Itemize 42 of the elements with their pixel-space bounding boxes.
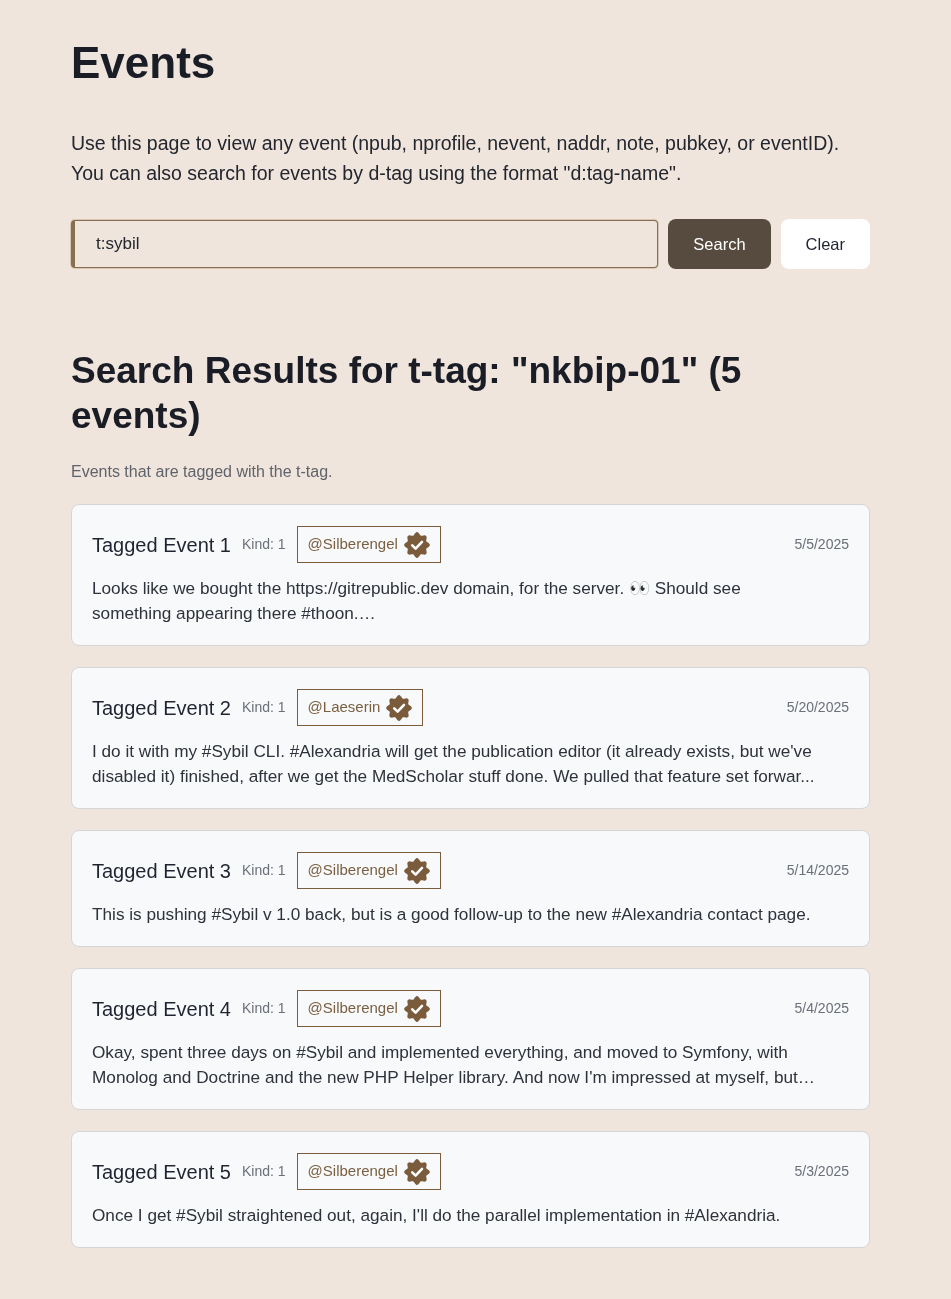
search-field[interactable]: t:sybil xyxy=(71,220,659,268)
author-tag[interactable]: @Laeserin xyxy=(296,689,424,726)
event-content: I do it with my #Sybil CLI. #Alexandria will get the publication editor (it already exists, but we've disabled it) finished, after we get the MedScholar stuff done. We pulled that feature set forwar... xyxy=(92,740,816,788)
event-title: Tagged Event 1 xyxy=(92,534,231,555)
event-kind: Kind: 1 xyxy=(242,698,286,717)
author-tag[interactable]: @Silberengel xyxy=(296,1153,441,1190)
author-tag[interactable]: @Silberengel xyxy=(296,990,441,1027)
event-content: This is pushing #Sybil v 1.0 back, but is a good follow-up to the new #Alexandria contact page. xyxy=(92,903,812,926)
clear-button[interactable]: Clear xyxy=(780,219,870,269)
event-card[interactable]: Tagged Event 5 Kind: 1 @Silberengel 5/3/2025 Once I get #Sybil straightened out, again, I'll do the parallel implementation in #Alexandria. xyxy=(71,1131,870,1248)
author-name: @Silberengel xyxy=(307,998,398,1019)
author-name: @Laeserin xyxy=(307,697,381,718)
event-content: Once I get #Sybil straightened out, again, I'll do the parallel implementation in #Alexandria. xyxy=(92,1204,782,1227)
event-date: 5/3/2025 xyxy=(794,1162,849,1181)
event-kind: Kind: 1 xyxy=(242,535,286,554)
event-date: 5/14/2025 xyxy=(786,861,849,880)
event-title: Tagged Event 4 xyxy=(92,998,231,1019)
event-title: Tagged Event 5 xyxy=(92,1161,231,1182)
author-name: @Silberengel xyxy=(307,1161,398,1182)
event-date: 5/5/2025 xyxy=(794,535,849,554)
author-tag[interactable]: @Silberengel xyxy=(296,852,441,889)
results-heading: Search Results for t-tag: "nkbip-01" (5 events) xyxy=(71,349,743,438)
page-description: Use this page to view any event (npub, nprofile, nevent, naddr, note, pubkey, or eventID). You can also search for events by d-tag using the format "d:tag-name". xyxy=(71,131,841,186)
event-kind: Kind: 1 xyxy=(242,999,286,1018)
author-name: @Silberengel xyxy=(307,860,398,881)
event-title: Tagged Event 2 xyxy=(92,697,231,718)
event-content: Looks like we bought the https://gitrepublic.dev domain, for the server. 👀 Should see something appearing there #thoon.… xyxy=(92,577,742,625)
event-card[interactable] xyxy=(71,968,870,1110)
event-title: Tagged Event 3 xyxy=(92,860,231,881)
search-button[interactable]: Search xyxy=(668,219,771,269)
event-card[interactable]: Tagged Event 1 Kind: 1 @Silberengel 5/5/2025 Looks like we bought the https://gitrepublic.dev domain, for the server. 👀 Should see something appearing there #thoon.… xyxy=(71,504,870,646)
event-kind: Kind: 1 xyxy=(242,1162,286,1181)
event-card[interactable]: Tagged Event 3 Kind: 1 @Silberengel 5/14/2025 This is pushing #Sybil v 1.0 back, but is a good follow-up to the new #Alexandria contact page. xyxy=(71,830,870,947)
event-card[interactable] xyxy=(71,667,870,809)
event-kind: Kind: 1 xyxy=(242,861,286,880)
event-date: 5/20/2025 xyxy=(786,698,849,717)
author-tag[interactable]: @Silberengel xyxy=(296,526,441,563)
page-title: Events xyxy=(71,37,217,89)
event-date: 5/4/2025 xyxy=(794,999,849,1018)
results-subtitle: Events that are tagged with the t-tag. xyxy=(71,462,334,482)
author-name: @Silberengel xyxy=(307,534,398,555)
event-content: Okay, spent three days on #Sybil and implemented everything, and moved to Symfony, with Monolog and Doctrine and the new PHP Helper library. And now I'm impressed at myself, but… xyxy=(92,1041,816,1089)
